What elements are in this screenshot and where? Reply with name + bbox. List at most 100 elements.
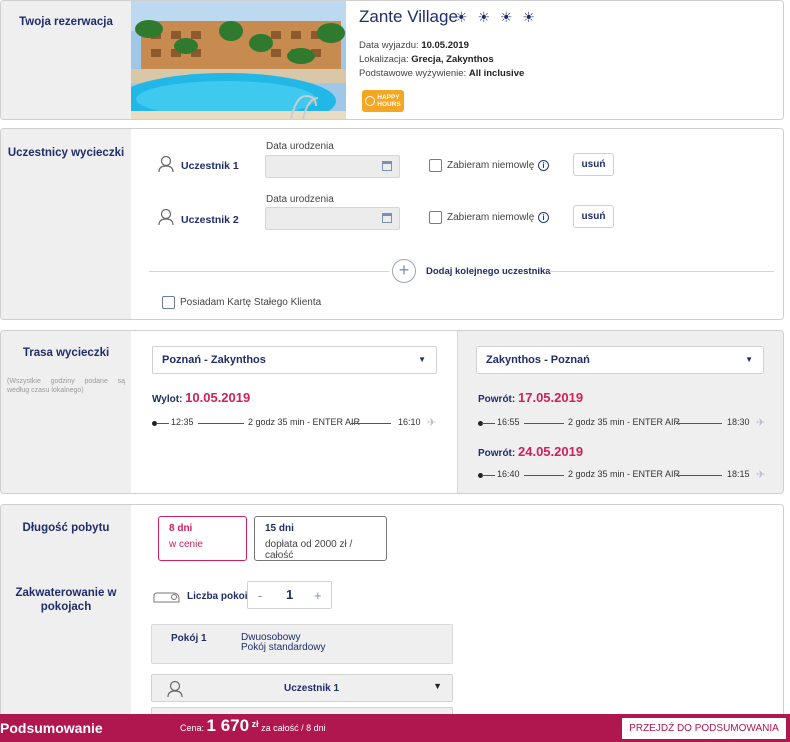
- flight-line: [524, 423, 564, 424]
- route-card: Trasa wycieczki (Wszystkie godziny podan…: [0, 330, 784, 494]
- duration-8-sub: w cenie: [169, 539, 203, 550]
- remove-button-2[interactable]: usuń: [573, 205, 614, 228]
- outbound-dep: 12:35: [171, 417, 194, 427]
- reservation-title: Twoja rezerwacja: [19, 16, 113, 28]
- remove-button-1[interactable]: usuń: [573, 153, 614, 176]
- rooms-decrease-button[interactable]: -: [258, 588, 262, 603]
- dob-input-1[interactable]: [265, 155, 400, 178]
- return-date-2[interactable]: Powrót: 24.05.2019: [478, 444, 583, 459]
- summary-bar: Podsumowanie Cena: 1 670 zł za całość / …: [0, 714, 790, 742]
- price: Cena: 1 670 zł za całość / 8 dni: [180, 716, 326, 736]
- route-title: Trasa wycieczki: [22, 347, 110, 359]
- location-line: Lokalizacja: Grecja, Zakynthos: [359, 54, 494, 65]
- duration-option-15[interactable]: 15 dni dopłata od 2000 zł / całość: [254, 516, 387, 561]
- outbound-flight-line: 12:35 2 godz 35 min - ENTER AIR 16:10 ✈: [152, 417, 442, 431]
- add-participant-icon[interactable]: +: [392, 259, 416, 283]
- price-currency: zł: [251, 719, 259, 729]
- hotel-photo: [131, 1, 346, 119]
- flight-line: [676, 423, 722, 424]
- bed-icon: [153, 592, 180, 603]
- return-flight-line-2[interactable]: 16:40 2 godz 35 min - ENTER AIR 18:15 ✈: [478, 469, 773, 483]
- dob-label-1: Data urodzenia: [266, 141, 334, 152]
- departure-label: Data wyjazdu:: [359, 40, 419, 51]
- stay-side: Długość pobytu Zakwaterowanie w pokojach: [1, 505, 131, 742]
- return-flight-line-1[interactable]: 16:55 2 godz 35 min - ENTER AIR 18:30 ✈: [478, 417, 773, 431]
- outbound-route-label: Poznań - Zakynthos: [162, 354, 266, 366]
- return-dep: 16:55: [497, 417, 520, 427]
- return-route-label: Zakynthos - Poznań: [486, 354, 590, 366]
- infant-label-1: Zabieram niemowlę: [447, 160, 535, 171]
- duration-option-8[interactable]: 8 dni w cenie: [158, 516, 247, 561]
- dob-label-2: Data urodzenia: [266, 194, 334, 205]
- stars-rating: ☀ ☀ ☀ ☀: [455, 9, 538, 25]
- stay-length-title: Długość pobytu: [22, 522, 110, 534]
- participant-2-name: Uczestnik 2: [181, 214, 239, 226]
- flight-line: [482, 423, 495, 424]
- return-arr: 18:15: [727, 469, 750, 479]
- clock-icon: [365, 96, 376, 106]
- dob-input-2[interactable]: [265, 207, 400, 230]
- rooms-increase-button[interactable]: +: [314, 588, 322, 603]
- outbound-route-select[interactable]: Poznań - Zakynthos ▼: [152, 346, 437, 374]
- calendar-icon[interactable]: [382, 213, 392, 223]
- flight-line: [198, 423, 244, 424]
- flight-line: [482, 475, 495, 476]
- participants-card: Uczestnicy wycieczki Uczestnik 1 Data ur…: [0, 128, 784, 320]
- return-date-value: 17.05.2019: [518, 390, 584, 405]
- location-label: Lokalizacja:: [359, 54, 409, 65]
- happy-hours-badge: HAPPY HOURS: [362, 90, 404, 112]
- accommodation-title: Zakwaterowanie w pokojach: [15, 587, 117, 613]
- return-date-label: Powrót:: [478, 394, 516, 405]
- participant-1-name: Uczestnik 1: [181, 160, 239, 172]
- divider-right: [549, 271, 774, 272]
- infant-checkbox-2[interactable]: [429, 211, 442, 224]
- duration-15-sub: dopłata od 2000 zł / całość: [265, 539, 353, 561]
- person-icon: [158, 208, 174, 226]
- plane-icon: ✈: [427, 417, 437, 429]
- hotel-name: Zante Village: [359, 7, 458, 26]
- info-icon[interactable]: i: [538, 160, 549, 171]
- person-icon: [167, 680, 183, 698]
- badge-line2: HOURS: [377, 101, 401, 108]
- outbound-date-label: Wylot:: [152, 394, 183, 405]
- departure-value: 10.05.2019: [421, 40, 469, 51]
- rooms-label: Liczba pokoi: [187, 591, 248, 602]
- badge-line1: HAPPY: [377, 94, 400, 101]
- summary-title: Podsumowanie: [0, 720, 103, 736]
- flight-line: [156, 423, 169, 424]
- route-side: Trasa wycieczki (Wszystkie godziny podan…: [1, 331, 131, 493]
- duration-8-days: 8 dni: [169, 523, 193, 534]
- outbound-date: Wylot: 10.05.2019: [152, 390, 250, 405]
- chevron-down-icon: ▼: [745, 355, 753, 364]
- price-value: 1 670: [206, 716, 250, 735]
- go-to-summary-button[interactable]: PRZEJDŹ DO PODSUMOWANIA: [622, 718, 786, 739]
- info-icon[interactable]: i: [538, 212, 549, 223]
- person-icon: [158, 155, 174, 173]
- participants-side: Uczestnicy wycieczki: [1, 129, 131, 319]
- room-label: Pokój 1: [171, 633, 207, 644]
- return-date-1[interactable]: Powrót: 17.05.2019: [478, 390, 583, 405]
- time-note: (Wszystkie godziny podane są według czas…: [7, 378, 125, 394]
- loyalty-label: Posiadam Kartę Stałego Klienta: [180, 297, 322, 308]
- calendar-icon[interactable]: [382, 161, 392, 171]
- return-route-select[interactable]: Zakynthos - Poznań ▼: [476, 346, 764, 374]
- rooms-count: 1: [286, 587, 294, 602]
- infant-checkbox-1[interactable]: [429, 159, 442, 172]
- outbound-date-value: 10.05.2019: [185, 390, 251, 405]
- return-info: 2 godz 35 min - ENTER AIR: [568, 469, 681, 479]
- assign-participant-1-select[interactable]: Uczestnik 1 ▼: [151, 674, 453, 702]
- plane-icon: ✈: [756, 417, 766, 429]
- add-participant-label[interactable]: Dodaj kolejnego uczestnika: [426, 266, 551, 277]
- flight-line: [351, 423, 391, 424]
- chevron-down-icon: ▼: [433, 681, 442, 691]
- return-date-value: 24.05.2019: [518, 444, 584, 459]
- return-info: 2 godz 35 min - ENTER AIR: [568, 417, 681, 427]
- loyalty-checkbox[interactable]: [162, 296, 175, 309]
- assign-participant-1-label: Uczestnik 1: [284, 683, 340, 694]
- plane-icon: ✈: [756, 469, 766, 481]
- return-date-label: Powrót:: [478, 448, 516, 459]
- duration-15-days: 15 dni: [265, 523, 294, 534]
- outbound-info: 2 godz 35 min - ENTER AIR: [248, 417, 361, 427]
- price-suffix: za całość / 8 dni: [261, 723, 326, 733]
- outbound-arr: 16:10: [398, 417, 421, 427]
